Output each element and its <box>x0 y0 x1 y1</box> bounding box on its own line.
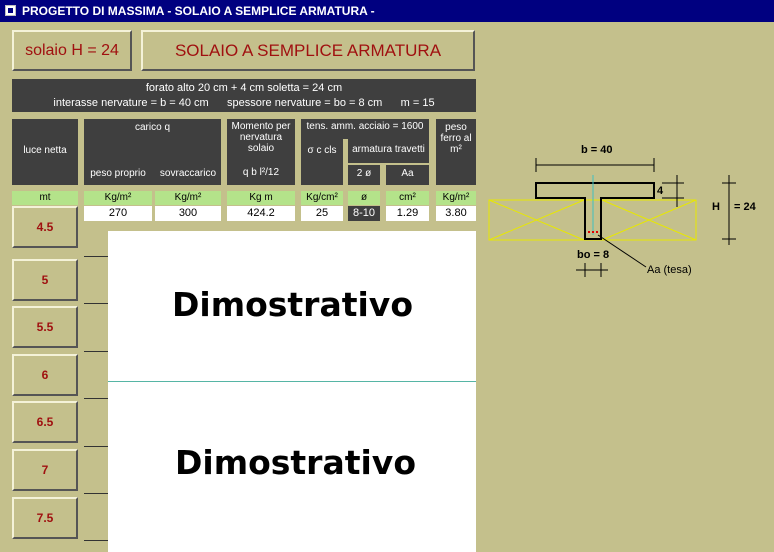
span-button-6-5[interactable]: 6.5 <box>12 401 78 443</box>
header-momento-formula: q b l²/12 <box>242 167 280 178</box>
row1-aa: 1.29 <box>386 206 429 221</box>
header-momento-label: Momento per nervatura solaio <box>231 121 291 154</box>
row1-peso-ferro: 3.80 <box>436 206 476 221</box>
header-tensione: tens. amm. acciaio = 1600 <box>301 119 429 139</box>
info-line-1: forato alto 20 cm + 4 cm soletta = 24 cm <box>145 82 343 94</box>
row1-sovraccarico: 300 <box>155 206 221 221</box>
span-button-6[interactable]: 6 <box>12 354 78 396</box>
unit-luce: mt <box>12 191 78 205</box>
watermark-text-bottom: Dimostrativo <box>175 443 416 482</box>
span-button-7-5[interactable]: 7.5 <box>12 497 78 539</box>
span-button-5[interactable]: 5 <box>12 259 78 301</box>
header-armatura-travetti: armatura travetti <box>348 139 429 163</box>
b-label: b = 40 <box>581 144 613 156</box>
row1-diametro: 8-10 <box>348 206 380 221</box>
demo-overlay <box>108 231 476 552</box>
h-label: H <box>712 201 720 213</box>
unit-diametro: ø <box>348 191 380 205</box>
info-box: forato alto 20 cm + 4 cm soletta = 24 cm… <box>12 79 476 112</box>
header-diametro: 2 ø <box>348 165 380 185</box>
app-icon <box>5 5 16 16</box>
unit-momento: Kg m <box>227 191 295 205</box>
row1-sigma: 25 <box>301 206 343 221</box>
overlay-divider <box>108 381 476 382</box>
solaio-height-button[interactable]: solaio H = 24 <box>12 30 132 71</box>
watermark-text-top: Dimostrativo <box>172 285 413 324</box>
section-diagram: b = 40 4 H = 24 bo = 8 Aa (tesa) <box>488 144 757 277</box>
header-luce-netta: luce netta <box>12 119 78 185</box>
bo-label: bo = 8 <box>577 249 609 261</box>
window-title: PROGETTO DI MASSIMA - SOLAIO A SEMPLICE … <box>22 4 375 18</box>
solaio-type-button[interactable]: SOLAIO A SEMPLICE ARMATURA <box>141 30 475 71</box>
header-peso-proprio: peso proprio <box>84 165 152 185</box>
row1-peso-proprio: 270 <box>84 206 152 221</box>
unit-sovraccarico: Kg/m² <box>155 191 221 205</box>
aa-label: Aa (tesa) <box>647 264 692 276</box>
span-button-4-5[interactable]: 4.5 <box>12 206 78 248</box>
thickness-label: 4 <box>657 185 664 197</box>
unit-peso-proprio: Kg/m² <box>84 191 152 205</box>
header-aa: Aa <box>386 165 429 185</box>
header-peso-ferro: peso ferro al m² <box>436 119 476 185</box>
title-bar: PROGETTO DI MASSIMA - SOLAIO A SEMPLICE … <box>0 0 774 22</box>
row1-momento: 424.2 <box>227 206 295 221</box>
unit-peso-ferro: Kg/m² <box>436 191 476 205</box>
header-carico-label: carico q <box>134 122 170 133</box>
header-momento: Momento per nervatura solaio q b l²/12 <box>227 119 295 185</box>
h-value: = 24 <box>734 201 757 213</box>
unit-sigma: Kg/cm² <box>301 191 343 205</box>
span-button-5-5[interactable]: 5.5 <box>12 306 78 348</box>
span-button-7[interactable]: 7 <box>12 449 78 491</box>
header-sovraccarico: sovraccarico <box>155 165 221 185</box>
header-sigma-cls: σ c cls <box>301 139 343 185</box>
unit-aa: cm² <box>386 191 429 205</box>
info-line-2: interasse nervature = b = 40 cm spessore… <box>53 97 435 109</box>
